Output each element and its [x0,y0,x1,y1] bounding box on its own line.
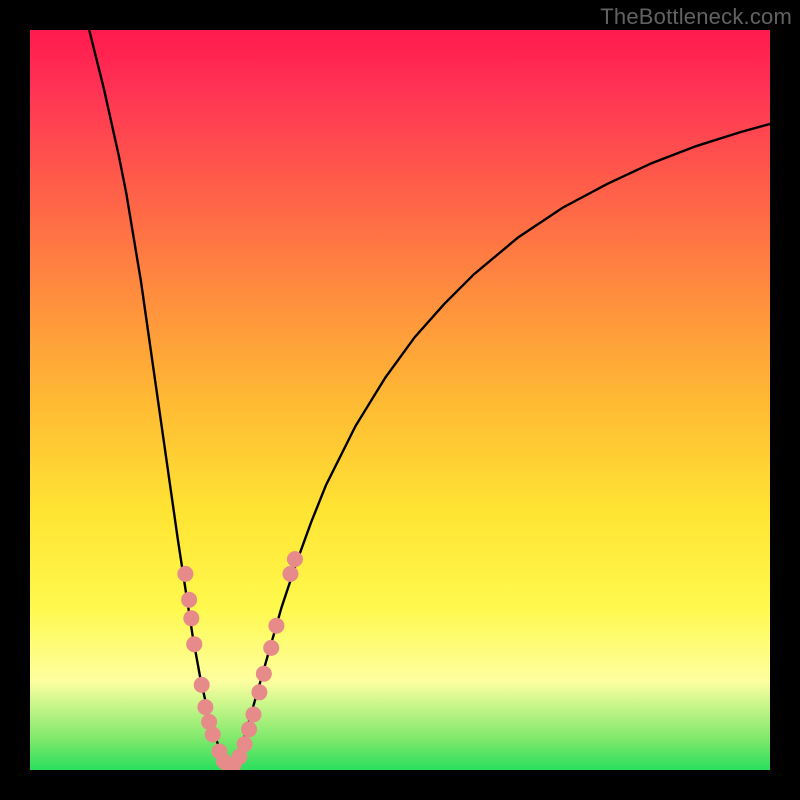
curve-group [89,30,770,766]
watermark-text: TheBottleneck.com [600,4,792,30]
data-marker [268,618,284,634]
data-marker [181,592,197,608]
data-marker [256,666,272,682]
chart-svg [30,30,770,770]
curve-right-branch [230,124,770,766]
data-marker [263,640,279,656]
data-marker [197,699,213,715]
curve-left-branch [89,30,230,766]
data-marker [194,677,210,693]
data-marker [245,707,261,723]
data-marker [241,721,257,737]
data-marker [287,551,303,567]
data-marker [237,736,253,752]
data-marker [177,566,193,582]
data-marker [205,726,221,742]
data-marker [282,566,298,582]
plot-area [30,30,770,770]
data-marker [251,684,267,700]
data-marker [186,636,202,652]
data-marker [183,610,199,626]
chart-frame: TheBottleneck.com [0,0,800,800]
